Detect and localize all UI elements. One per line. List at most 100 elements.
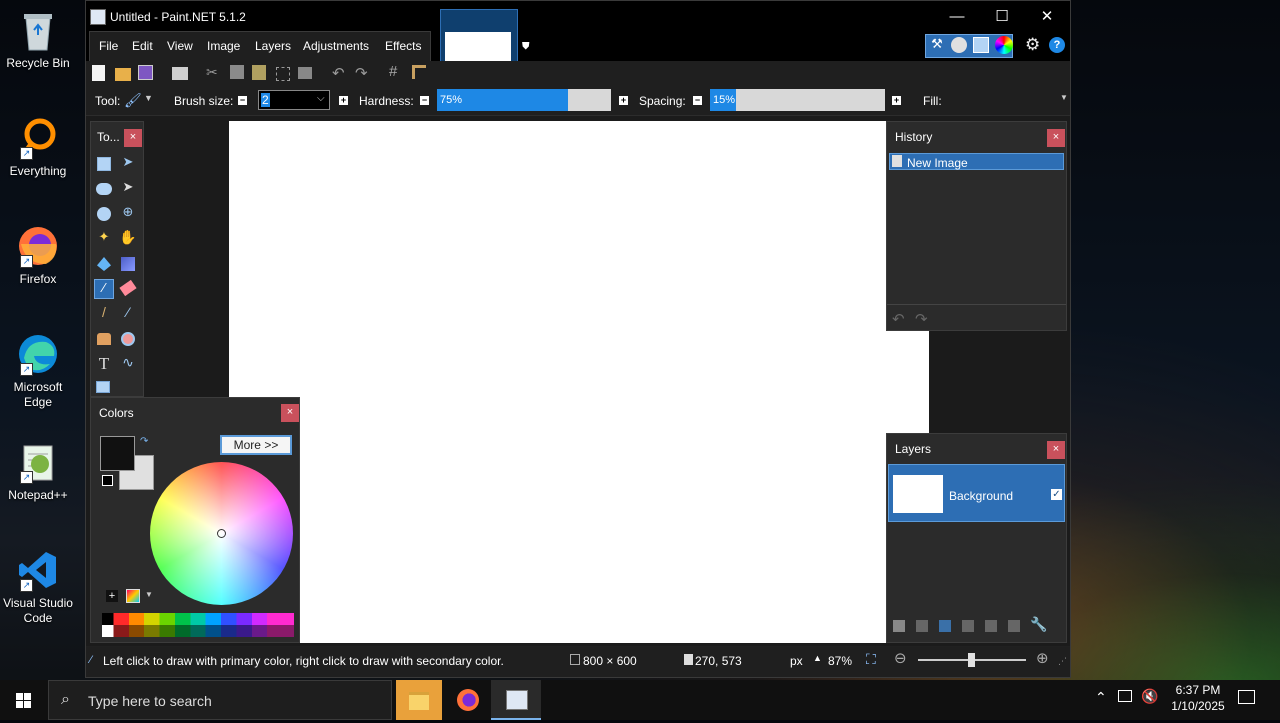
zoom-in-icon[interactable]: ⊕: [1036, 649, 1049, 667]
settings-gear-icon[interactable]: ⚙: [1025, 35, 1040, 55]
eraser-tool-icon[interactable]: [119, 279, 137, 297]
title-bar[interactable]: Untitled - Paint.NET 5.1.2 — ☐ ✕: [86, 1, 1070, 33]
tool-dropdown-icon[interactable]: ▼: [144, 93, 153, 103]
desktop-icon-vscode[interactable]: ↗ Visual Studio Code: [2, 548, 74, 626]
palette-menu-icon[interactable]: [126, 589, 140, 603]
desktop-icon-edge[interactable]: ↗ Microsoft Edge: [2, 332, 74, 410]
history-window-toggle-icon[interactable]: [951, 37, 967, 53]
image-list-dropdown-icon[interactable]: ⛊: [522, 41, 530, 52]
zoom-to-window-icon[interactable]: ⛶: [866, 651, 876, 668]
new-file-icon[interactable]: [92, 65, 105, 81]
pencil-tool-icon[interactable]: /: [94, 304, 114, 324]
clone-stamp-tool-icon[interactable]: [97, 333, 111, 345]
brush-size-increase-button[interactable]: +: [339, 96, 348, 105]
layer-properties-icon[interactable]: 🔧: [1030, 616, 1047, 633]
spacing-decrease-button[interactable]: −: [693, 96, 702, 105]
undo-icon[interactable]: ↶: [332, 64, 345, 82]
menu-file[interactable]: File: [99, 39, 118, 53]
color-wheel-selector[interactable]: [217, 529, 226, 538]
rulers-icon[interactable]: [412, 65, 426, 79]
hardness-slider[interactable]: 75%: [437, 89, 611, 111]
zoom-tool-icon[interactable]: ⊕: [118, 204, 138, 224]
maximize-button[interactable]: ☐: [982, 5, 1022, 29]
add-layer-icon[interactable]: [893, 620, 905, 632]
hardness-increase-button[interactable]: +: [619, 96, 628, 105]
gradient-tool-icon[interactable]: [121, 257, 135, 271]
menu-edit[interactable]: Edit: [132, 39, 153, 53]
menu-effects[interactable]: Effects: [385, 39, 421, 53]
hardness-decrease-button[interactable]: −: [420, 96, 429, 105]
paste-icon[interactable]: [252, 65, 266, 80]
options-overflow-icon[interactable]: ▼: [1060, 93, 1068, 102]
history-undo-icon[interactable]: ↶: [892, 310, 905, 328]
zoom-slider-thumb[interactable]: [968, 653, 975, 667]
layers-panel-close-button[interactable]: ×: [1047, 441, 1065, 459]
swap-colors-icon[interactable]: ↷: [140, 436, 148, 447]
copy-icon[interactable]: [230, 65, 244, 79]
network-icon[interactable]: [1118, 690, 1132, 702]
brush-size-dropdown-icon[interactable]: ⌵: [317, 93, 325, 104]
layers-window-toggle-icon[interactable]: [973, 37, 989, 53]
brush-size-decrease-button[interactable]: −: [238, 96, 247, 105]
layer-visibility-checkbox[interactable]: ✓: [1051, 489, 1062, 500]
spacing-slider[interactable]: 15%: [710, 89, 885, 111]
file-explorer-taskbar-button[interactable]: [396, 680, 442, 720]
ellipse-select-tool-icon[interactable]: [97, 207, 111, 221]
move-layer-up-icon[interactable]: [985, 620, 997, 632]
brush-size-input[interactable]: 2 ⌵: [258, 90, 330, 110]
resize-grip-icon[interactable]: ⋰: [1058, 656, 1067, 667]
open-folder-icon[interactable]: [115, 68, 131, 81]
line-curve-tool-icon[interactable]: ∿: [118, 354, 138, 374]
units-selector[interactable]: px: [790, 654, 803, 668]
desktop-icon-firefox[interactable]: ↗ Firefox: [2, 224, 74, 287]
clock[interactable]: 6:37 PM 1/10/2025: [1166, 683, 1230, 713]
grid-icon[interactable]: #: [389, 63, 397, 80]
magic-wand-tool-icon[interactable]: ✦: [94, 229, 114, 249]
menu-layers[interactable]: Layers: [255, 39, 291, 53]
save-icon[interactable]: [138, 65, 153, 80]
zoom-level[interactable]: 87%: [828, 654, 852, 668]
notifications-icon[interactable]: [1238, 690, 1255, 704]
crop-to-selection-icon[interactable]: [276, 67, 290, 81]
desktop-icon-recycle-bin[interactable]: Recycle Bin: [2, 8, 74, 71]
print-icon[interactable]: [172, 67, 188, 80]
shapes-tool-icon[interactable]: [96, 381, 110, 393]
color-palette[interactable]: [102, 613, 294, 637]
minimize-button[interactable]: —: [937, 5, 977, 29]
help-icon[interactable]: ?: [1049, 37, 1065, 53]
colors-panel-close-button[interactable]: ×: [281, 404, 299, 422]
history-redo-icon[interactable]: ↷: [915, 310, 928, 328]
canvas[interactable]: [229, 121, 929, 643]
text-tool-icon[interactable]: T: [94, 354, 114, 374]
colors-window-toggle-icon[interactable]: [995, 36, 1013, 54]
menu-view[interactable]: View: [167, 39, 193, 53]
lasso-select-tool-icon[interactable]: [96, 183, 112, 195]
pan-tool-icon[interactable]: ✋: [118, 229, 138, 249]
search-box[interactable]: ⌕ Type here to search: [48, 680, 392, 720]
paintbrush-tool-button[interactable]: ⁄: [94, 279, 114, 299]
firefox-taskbar-button[interactable]: [445, 680, 491, 720]
primary-color-swatch[interactable]: [100, 436, 135, 471]
rectangle-select-tool-icon[interactable]: [97, 157, 111, 171]
desktop-icon-notepadpp[interactable]: ↗ Notepad++: [2, 440, 74, 503]
menu-adjustments[interactable]: Adjustments: [303, 39, 369, 53]
move-selection-tool-icon[interactable]: ➤: [118, 179, 138, 199]
add-to-palette-icon[interactable]: +: [106, 590, 118, 602]
history-item[interactable]: New Image: [889, 153, 1064, 170]
spacing-increase-button[interactable]: +: [892, 96, 901, 105]
volume-muted-icon[interactable]: 🔇: [1141, 688, 1158, 705]
menu-image[interactable]: Image: [207, 39, 240, 53]
palette-dropdown-icon[interactable]: ▼: [145, 590, 153, 599]
close-window-button[interactable]: ✕: [1027, 5, 1067, 29]
delete-layer-icon[interactable]: [916, 620, 928, 632]
paintbrush-tool-icon[interactable]: 🖌: [124, 92, 142, 109]
zoom-out-icon[interactable]: ⊖: [894, 649, 907, 667]
redo-icon[interactable]: ↷: [355, 64, 368, 82]
deselect-icon[interactable]: [298, 67, 312, 79]
color-palette-dark-row[interactable]: [102, 625, 294, 637]
units-dropdown-icon[interactable]: ▲: [813, 653, 822, 663]
desktop-icon-everything[interactable]: ↗ Everything: [2, 116, 74, 179]
recolor-tool-icon[interactable]: [121, 332, 135, 346]
show-hidden-icons-icon[interactable]: ⌃: [1095, 689, 1107, 706]
paint-bucket-tool-icon[interactable]: [97, 257, 111, 271]
